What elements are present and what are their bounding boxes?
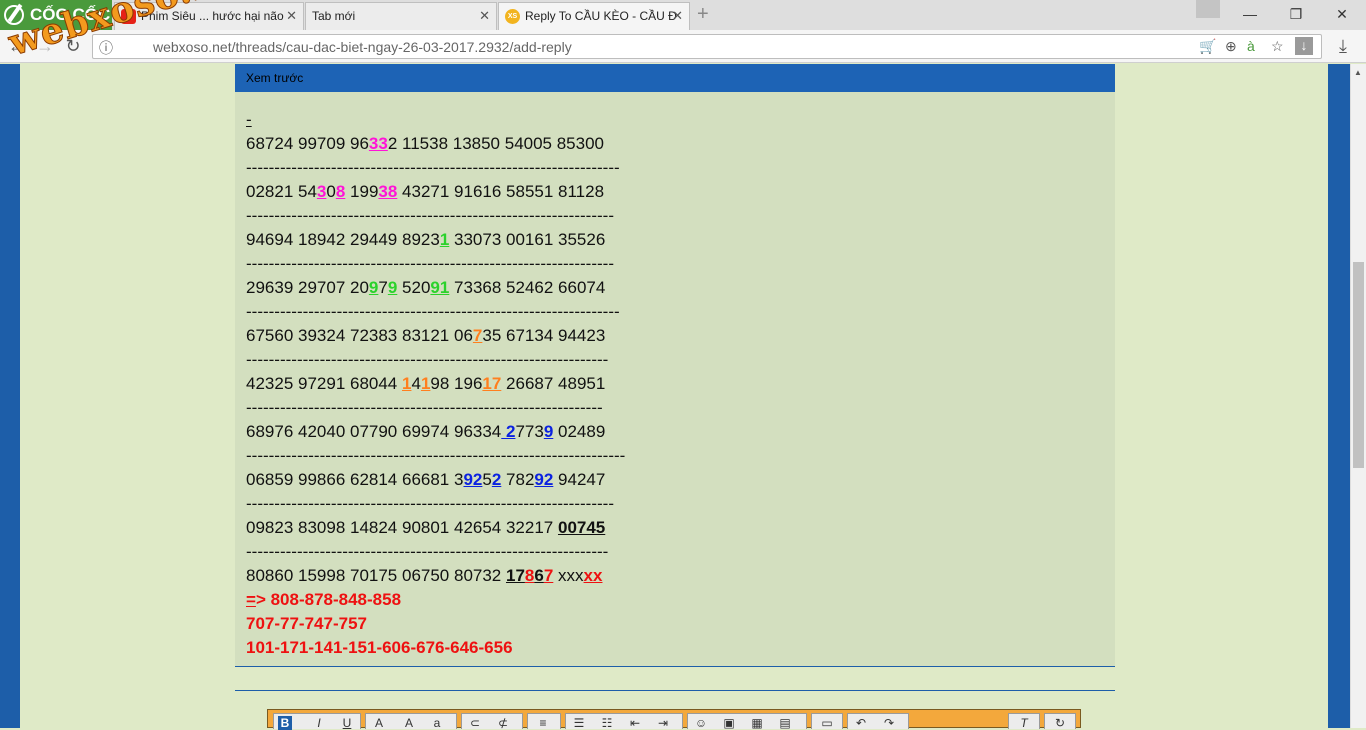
post-line: 09823 83098 14824 90801 42654 32217 0074… <box>246 518 606 537</box>
toolbar-group-source: ▭ <box>811 713 843 730</box>
toolbar-group-align: ≡ <box>527 713 561 730</box>
toolbar-group-font: A A a <box>365 713 457 730</box>
cart-icon[interactable]: 🛒 <box>1199 38 1216 55</box>
post-line: 02821 54308 19938 43271 91616 58551 8112… <box>246 182 605 201</box>
post-line: 101-171-141-151-606-676-646-656 <box>246 638 513 657</box>
post-line: 68976 42040 07790 69974 96334 27739 0248… <box>246 422 606 441</box>
toolbar-group-media: ☺ ▣ ▦ ▤ <box>687 713 807 730</box>
toolbar-group-expand: ↻ <box>1044 713 1076 730</box>
post-line: 29639 29707 20979 52091 73368 52462 6607… <box>246 278 606 297</box>
toolbar-group-links: ⊂ ⊄ <box>461 713 523 730</box>
tab-reply[interactable]: XS Reply To CẦU KÈO - CẦU Đ ✕ <box>498 2 690 30</box>
minimize-icon[interactable]: — <box>1235 3 1265 25</box>
bookmark-star-icon[interactable]: ☆ <box>1271 38 1284 55</box>
post-line: 80860 15998 70175 06750 80732 17867 xxxx… <box>246 566 603 585</box>
post-separator: ----------------------------------------… <box>246 446 626 465</box>
post-line: 67560 39324 72383 83121 06735 67134 9442… <box>246 326 606 345</box>
scrollbar[interactable]: ▲ <box>1350 64 1366 728</box>
download-video-icon[interactable]: ↓ <box>1295 37 1313 55</box>
toolbar-group-remove-format: T <box>1008 713 1040 730</box>
post-separator: ----------------------------------------… <box>246 494 614 513</box>
downloads-icon[interactable]: ⤓ <box>1332 35 1354 57</box>
post-line: 42325 97291 68044 14198 19617 26687 4895… <box>246 374 606 393</box>
post-content: - 68724 99709 96332 11538 13850 54005 85… <box>246 108 625 660</box>
tab-title: Reply To CẦU KÈO - CẦU Đ <box>525 9 677 23</box>
tab-close-icon[interactable]: ✕ <box>479 3 490 29</box>
post-separator: ----------------------------------------… <box>246 158 620 177</box>
post-line: 94694 18942 29449 89231 33073 00161 3552… <box>246 230 606 249</box>
post-line: - <box>246 110 252 129</box>
scroll-up-icon[interactable]: ▲ <box>1354 68 1362 77</box>
preview-header: Xem trước <box>235 64 1115 92</box>
post-line: 06859 99866 62814 66681 39252 78292 9424… <box>246 470 606 489</box>
xs-favicon: XS <box>505 9 520 24</box>
post-separator: ----------------------------------------… <box>246 206 614 225</box>
preview-panel: Xem trước - 68724 99709 96332 11538 1385… <box>235 64 1115 667</box>
page-left-border <box>0 64 20 728</box>
tab-title: Tab mới <box>312 9 356 23</box>
restore-icon[interactable]: ❐ <box>1281 3 1311 25</box>
post-separator: ----------------------------------------… <box>246 254 614 273</box>
post-line: => 808-878-848-858 <box>246 590 402 609</box>
post-separator: ----------------------------------------… <box>246 302 620 321</box>
user-profile-icon[interactable] <box>1196 0 1220 18</box>
toolbar-group-format: B I U <box>273 713 361 730</box>
new-tab-icon[interactable]: + <box>697 3 709 26</box>
scroll-thumb[interactable] <box>1353 262 1364 468</box>
tab-new[interactable]: Tab mới ✕ <box>305 2 497 30</box>
url-field[interactable]: ⓘ webxoso.net/threads/cau-dac-biet-ngay-… <box>92 34 1322 59</box>
tab-close-icon[interactable]: ✕ <box>672 3 683 29</box>
tab-close-icon[interactable]: ✕ <box>286 3 297 29</box>
post-separator: ----------------------------------------… <box>246 542 609 561</box>
post-line: 707-77-747-757 <box>246 614 367 633</box>
close-window-icon[interactable]: ✕ <box>1327 3 1357 25</box>
toolbar-group-undo: ↶ ↷ <box>847 713 909 730</box>
dictionary-icon[interactable]: à <box>1247 38 1255 54</box>
section-divider <box>235 690 1115 691</box>
zoom-icon[interactable]: ⊕ <box>1225 38 1237 55</box>
post-line: 68724 99709 96332 11538 13850 54005 8530… <box>246 134 605 153</box>
page-right-border <box>1328 64 1350 728</box>
toolbar-group-lists: ☰ ☷ ⇤ ⇥ <box>565 713 683 730</box>
editor-toolbar: B I U A A a ⊂ ⊄ ≡ ☰ ☷ ⇤ ⇥ ☺ ▣ ▦ ▤ ▭ ↶ ↷ … <box>267 709 1081 730</box>
post-separator: ----------------------------------------… <box>246 350 609 369</box>
post-separator: ----------------------------------------… <box>246 398 603 417</box>
url-text[interactable]: webxoso.net/threads/cau-dac-biet-ngay-26… <box>153 39 572 55</box>
address-bar: ← → ↻ ⓘ webxoso.net/threads/cau-dac-biet… <box>0 30 1366 63</box>
site-info-icon[interactable]: ⓘ <box>99 38 113 58</box>
